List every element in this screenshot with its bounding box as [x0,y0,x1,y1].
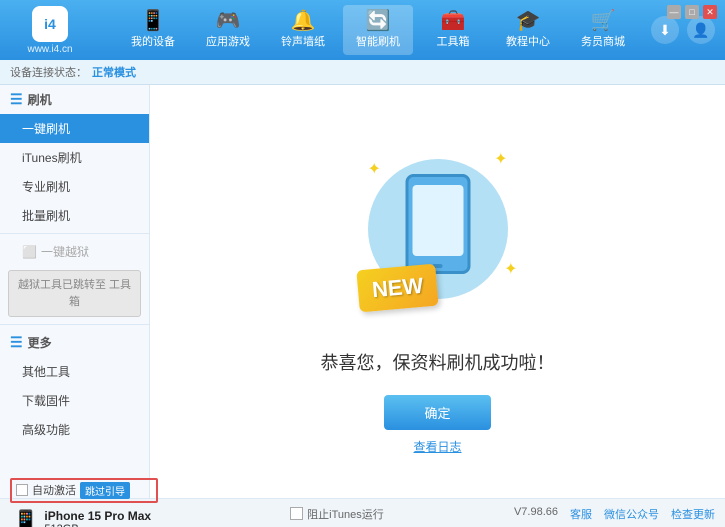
status-bar: 设备连接状态： 正常模式 [0,60,725,85]
apps-games-icon: 🎮 [216,11,241,31]
device-name: iPhone 15 Pro Max [44,509,151,523]
rescue-disabled-box: 越狱工具已跳转至 工具箱 [8,270,141,317]
nav-tutorial-label: 教程中心 [506,33,550,49]
smart-flash-icon: 🔄 [366,11,391,31]
minimize-button[interactable]: — [667,5,681,19]
nav-items: 📱 我的设备 🎮 应用游戏 🔔 铃声墙纸 🔄 智能刷机 🧰 工具箱 🎓 [105,5,651,55]
phone-screen [412,185,463,256]
itunes-label: 阻止iTunes运行 [307,506,384,522]
sidebar-item-one-key-flash[interactable]: 一键刷机 [0,114,149,143]
tutorial-icon: 🎓 [516,11,541,31]
close-button[interactable]: ✕ [703,5,717,19]
toolbox-icon: 🧰 [441,11,466,31]
device-area: 自动激活 跳过引导 📱 iPhone 15 Pro Max 512GB iPho… [10,478,158,527]
nav-smart-flash-label: 智能刷机 [356,33,400,49]
logo-text: www.i4.cn [27,44,72,55]
sidebar: ☰ 刷机 一键刷机 iTunes刷机 专业刷机 批量刷机 ⬜ 一键越狱 越狱工具… [0,85,150,498]
main-layout: ☰ 刷机 一键刷机 iTunes刷机 专业刷机 批量刷机 ⬜ 一键越狱 越狱工具… [0,85,725,498]
divider-1 [0,233,149,234]
sidebar-flash-header: ☰ 刷机 [0,85,149,114]
ringtones-icon: 🔔 [291,11,316,31]
flash-section-icon: ☰ [10,91,23,108]
divider-2 [0,324,149,325]
version-label: V7.98.66 [514,506,558,522]
nav-ringtones-label: 铃声墙纸 [281,33,325,49]
phone-shape [405,174,470,274]
new-badge: NEW [356,263,439,312]
bottom-left: 自动激活 跳过引导 📱 iPhone 15 Pro Max 512GB iPho… [10,478,160,527]
sidebar-item-itunes-flash[interactable]: iTunes刷机 [0,143,149,172]
bottom-right: V7.98.66 客服 微信公众号 检查更新 [514,506,715,522]
sidebar-item-batch-flash[interactable]: 批量刷机 [0,201,149,230]
more-section-icon: ☰ [10,334,23,351]
nav-my-device[interactable]: 📱 我的设备 [118,5,188,55]
service-icon: 🛒 [591,11,616,31]
log-link[interactable]: 查看日志 [413,438,461,455]
sidebar-more-header: ☰ 更多 [0,328,149,357]
logo-area: i4 www.i4.cn [10,6,90,55]
bottom-bar: 自动激活 跳过引导 📱 iPhone 15 Pro Max 512GB iPho… [0,498,725,527]
guide-btn[interactable]: 跳过引导 [80,482,130,499]
maximize-button[interactable]: □ [685,5,699,19]
auto-activate-checkbox[interactable] [16,484,28,496]
user-btn[interactable]: 👤 [687,16,715,44]
itunes-checkbox[interactable] [290,507,303,520]
nav-tutorial[interactable]: 🎓 教程中心 [493,5,563,55]
bottom-center: 阻止iTunes运行 [160,506,514,522]
status-prefix: 设备连接状态： [10,64,87,80]
sparkle-2: ✦ [494,149,507,169]
nav-service[interactable]: 🛒 务员商城 [568,5,638,55]
my-device-icon: 📱 [141,11,166,31]
sidebar-item-download-firmware[interactable]: 下载固件 [0,386,149,415]
device-header: 自动激活 跳过引导 [10,478,158,503]
sidebar-item-advanced[interactable]: 高级功能 [0,415,149,444]
nav-service-label: 务员商城 [581,33,625,49]
success-message: 恭喜您，保资料刷机成功啦！ [321,349,555,375]
nav-my-device-label: 我的设备 [131,33,175,49]
sidebar-item-other-tools[interactable]: 其他工具 [0,357,149,386]
sidebar-item-pro-flash[interactable]: 专业刷机 [0,172,149,201]
header: i4 www.i4.cn 📱 我的设备 🎮 应用游戏 🔔 铃声墙纸 🔄 智能刷机 [0,0,725,60]
device-details: iPhone 15 Pro Max 512GB iPhone [44,509,151,527]
logo-icon: i4 [32,6,68,42]
success-illustration: ✦ ✦ ✦ NEW [338,129,538,329]
nav-smart-flash[interactable]: 🔄 智能刷机 [343,5,413,55]
nav-ringtones[interactable]: 🔔 铃声墙纸 [268,5,338,55]
sidebar-rescue-header: ⬜ 一键越狱 [0,237,149,266]
link-wechat[interactable]: 微信公众号 [604,506,659,522]
status-value: 正常模式 [92,64,136,80]
sparkle-3: ✦ [504,259,517,279]
link-check-update[interactable]: 检查更新 [671,506,715,522]
rescue-disabled-text: 越狱工具已跳转至 工具箱 [18,279,131,308]
device-info: 📱 iPhone 15 Pro Max 512GB iPhone [10,505,158,527]
nav-apps-games[interactable]: 🎮 应用游戏 [193,5,263,55]
nav-toolbox[interactable]: 🧰 工具箱 [418,5,488,55]
sparkle-1: ✦ [368,159,381,179]
device-storage: 512GB [44,523,151,527]
rescue-icon: ⬜ [22,245,37,259]
itunes-block: 阻止iTunes运行 [290,506,384,522]
link-home[interactable]: 客服 [570,506,592,522]
confirm-button[interactable]: 确定 [384,395,490,430]
rescue-label: 一键越狱 [41,243,89,260]
more-section-label: 更多 [28,334,52,351]
device-phone-icon: 📱 [12,509,39,527]
auto-activate-label: 自动激活 [32,482,76,498]
nav-toolbox-label: 工具箱 [437,33,470,49]
header-right: ⬇ 👤 [651,16,715,44]
window-controls: — □ ✕ [667,5,717,19]
content-area: ✦ ✦ ✦ NEW 恭喜您，保资料刷机成功啦！ 确定 查看日志 [150,85,725,498]
flash-section-label: 刷机 [28,91,52,108]
nav-apps-games-label: 应用游戏 [206,33,250,49]
download-btn[interactable]: ⬇ [651,16,679,44]
